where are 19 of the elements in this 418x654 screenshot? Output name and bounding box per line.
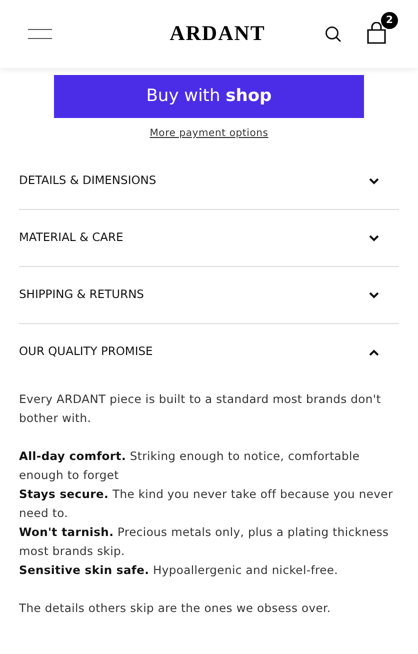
accordion-header[interactable]: OUR QUALITY PROMISE: [19, 324, 399, 380]
search-button[interactable]: [323, 24, 344, 44]
accordion-header[interactable]: MATERIAL & CARE: [19, 210, 399, 266]
cart-button[interactable]: 2: [366, 12, 398, 46]
search-icon: [325, 26, 342, 42]
shopping-bag-icon: [366, 22, 387, 44]
closing-paragraph: The details others skip are the ones we obsess over.: [19, 600, 332, 617]
buy-with-shop-button[interactable]: Buy with shop: [54, 75, 364, 118]
feature-point: All-day comfort. Striking enough to notice, comfortable enough to forget: [19, 448, 361, 484]
brand-logo[interactable]: ARDANT: [170, 18, 266, 50]
feature-point: Stays secure. The kind you never take off because you never need to.: [19, 486, 394, 522]
intro-paragraph: Every ARDANT piece is built to a standard most brands don't bother with.: [19, 391, 382, 427]
more-payment-options-link[interactable]: More payment options: [150, 126, 268, 141]
feature-point: Sensitive skin safe. Hypoallergenic and nickel-free.: [19, 562, 340, 579]
accordion-header[interactable]: DETAILS & DIMENSIONS: [19, 153, 399, 209]
menu-button[interactable]: [28, 26, 52, 42]
cart-count-badge: 2: [381, 12, 398, 29]
accordion-header[interactable]: SHIPPING & RETURNS: [19, 267, 399, 323]
feature-point: Won't tarnish. Precious metals only, plus a plating thickness most brands skip.: [19, 524, 390, 560]
